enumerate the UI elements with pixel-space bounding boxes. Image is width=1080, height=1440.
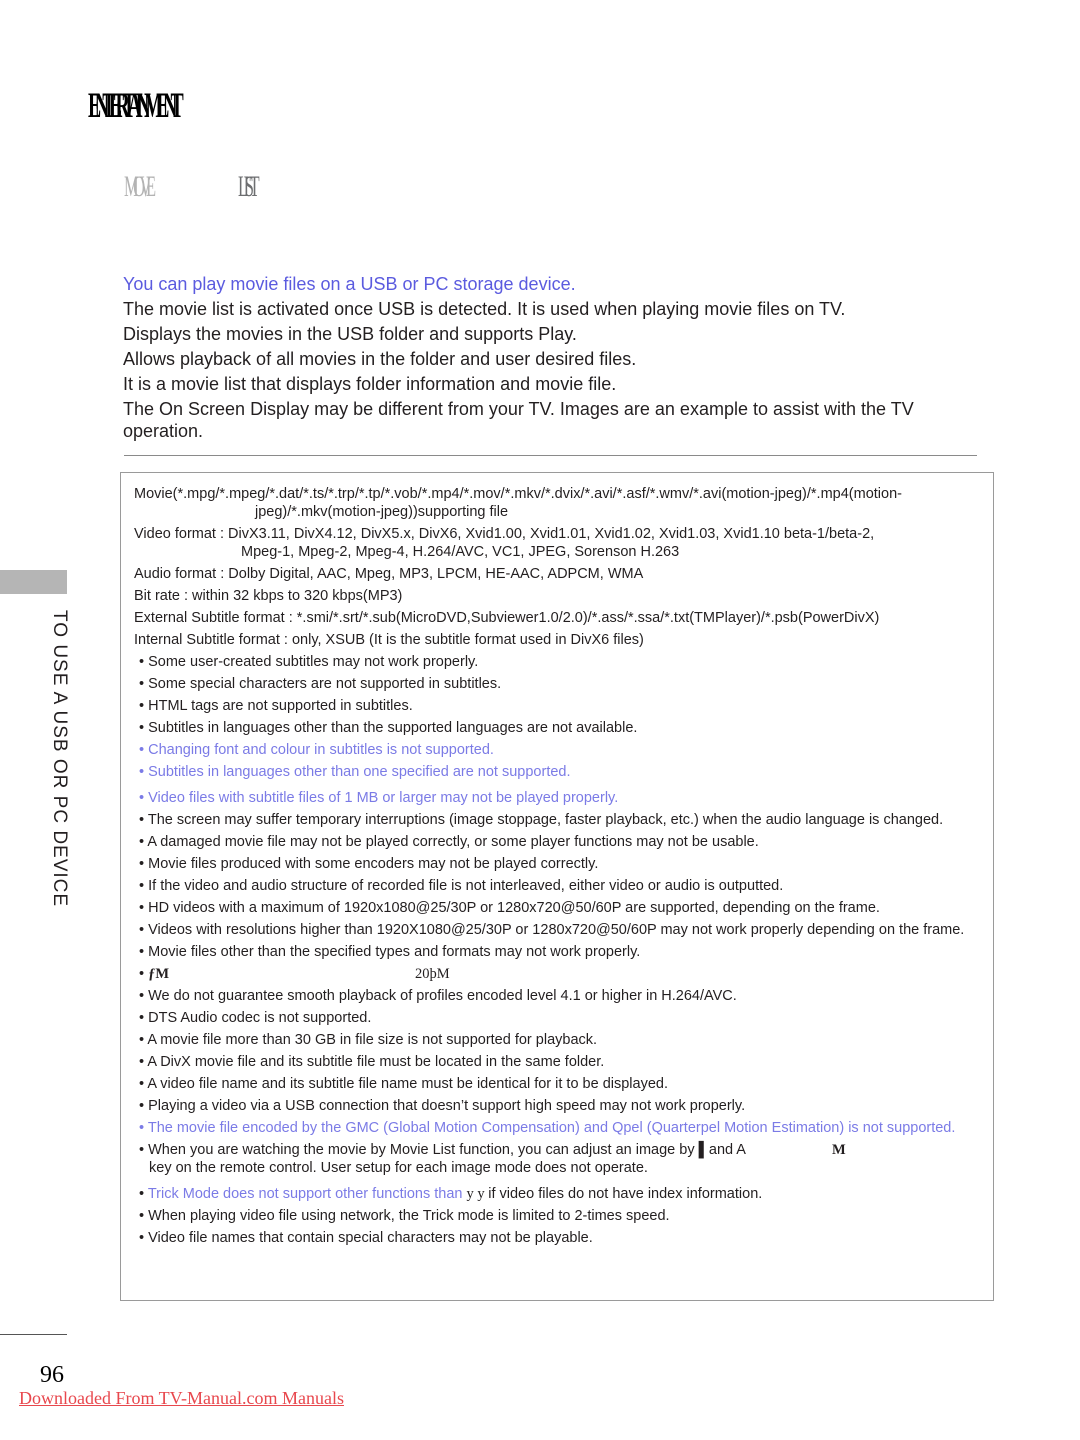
note-text: If the video and audio structure of reco…: [148, 878, 784, 894]
note-text: Video files with subtitle files of 1 MB …: [148, 790, 619, 806]
note-item: • The movie file encoded by the GMC (Glo…: [139, 1120, 956, 1136]
note-text: if video files do not have index informa…: [488, 1186, 763, 1202]
note-text: HD videos with a maximum of 1920x1080@25…: [148, 900, 880, 916]
note-item: • Changing font and colour in subtitles …: [139, 742, 494, 758]
note-text: A video file name and its subtitle file …: [147, 1076, 668, 1092]
note-item: • HTML tags are not supported in subtitl…: [139, 698, 413, 714]
spec-video-line1: Video format : DivX3.11, DivX4.12, DivX5…: [134, 526, 875, 542]
note-text: The movie file encoded by the GMC (Globa…: [147, 1120, 956, 1136]
note-text: Some user-created subtitles may not work…: [148, 654, 479, 670]
note-text: Subtitles in languages other than one sp…: [148, 764, 571, 780]
garbled-text: M: [831, 1142, 846, 1158]
note-text: Videos with resolutions higher than 1920…: [148, 922, 965, 938]
garbled-text: ƒM: [148, 966, 170, 982]
footer-divider: [0, 1334, 67, 1335]
note-item: • The screen may suffer temporary interr…: [139, 812, 944, 828]
note-text: Trick Mode does not support other functi…: [147, 1186, 467, 1202]
note-item: • Subtitles in languages other than one …: [139, 764, 571, 780]
note-item: • Movie files other than the specified t…: [139, 944, 641, 960]
spec-int-subtitle: Internal Subtitle format : only, XSUB (I…: [134, 632, 644, 648]
note-item: • Subtitles in languages other than the …: [139, 720, 638, 736]
note-text: key on the remote control. User setup fo…: [149, 1160, 648, 1176]
note-text: Movie files other than the specified typ…: [148, 944, 641, 960]
spec-audio: Audio format : Dolby Digital, AAC, Mpeg,…: [134, 566, 644, 582]
note-text: HTML tags are not supported in subtitles…: [148, 698, 413, 714]
spec-ext-subtitle: External Subtitle format : *.smi/*.srt/*…: [134, 610, 880, 626]
note-text: A DivX movie file and its subtitle file …: [147, 1054, 605, 1070]
note-text: Subtitles in languages other than the su…: [148, 720, 638, 736]
note-item: • If the video and audio structure of re…: [139, 878, 784, 894]
note-item: • Video files with subtitle files of 1 M…: [139, 790, 619, 806]
note-item: • HD videos with a maximum of 1920x1080@…: [139, 900, 880, 916]
spec-movie-line2: jpeg)/*.mkv(motion-jpeg))supporting file: [255, 504, 509, 520]
note-text: The screen may suffer temporary interrup…: [147, 812, 944, 828]
note-text: DTS Audio codec is not supported.: [148, 1010, 372, 1026]
note-text: Playing a video via a USB connection tha…: [148, 1098, 746, 1114]
note-text: and A: [708, 1142, 746, 1158]
section-divider: [124, 455, 977, 456]
note-item: • Trick Mode does not support other func…: [139, 1186, 763, 1202]
spec-video-line2: Mpeg-1, Mpeg-2, Mpeg-4, H.264/AVC, VC1, …: [241, 544, 680, 560]
chapter-tab: [0, 570, 67, 594]
intro-section: You can play movie files on a USB or PC …: [123, 272, 983, 442]
note-item: • Some user-created subtitles may not wo…: [139, 654, 479, 670]
note-item: • We do not guarantee smooth playback of…: [139, 988, 737, 1004]
section-title: ENTERTAINMENT: [88, 85, 184, 125]
garbled-text: y y: [466, 1186, 489, 1202]
note-item: • Playing a video via a USB connection t…: [139, 1098, 746, 1114]
note-item: • DTS Audio codec is not supported.: [139, 1010, 372, 1026]
spec-movie: Movie(*.mpg/*.mpeg/*.dat/*.ts/*.trp/*.tp…: [134, 485, 974, 521]
note-text: A damaged movie file may not be played c…: [147, 834, 759, 850]
note-item: • A damaged movie file may not be played…: [139, 834, 759, 850]
intro-line: Displays the movies in the USB folder an…: [123, 324, 577, 344]
page-subtitle-right: LIST: [238, 170, 260, 203]
intro-line: The movie list is activated once USB is …: [123, 299, 846, 319]
garbled-text: 20þM: [415, 966, 450, 982]
chapter-label: TO USE A USB OR PC DEVICE: [49, 610, 70, 908]
note-item: • When playing video file using network,…: [139, 1208, 670, 1224]
spec-movie-line1: Movie(*.mpg/*.mpeg/*.dat/*.ts/*.trp/*.tp…: [134, 486, 902, 502]
note-item: • Movie files produced with some encoder…: [139, 856, 599, 872]
note-item-garbled: • ƒM 20þM: [139, 966, 450, 982]
note-text: When playing video file using network, t…: [148, 1208, 670, 1224]
note-text: Movie files produced with some encoders …: [148, 856, 599, 872]
notes-content: Movie(*.mpg/*.mpeg/*.dat/*.ts/*.trp/*.tp…: [134, 485, 974, 1251]
intro-line: Allows playback of all movies in the fol…: [123, 349, 637, 369]
intro-line: It is a movie list that displays folder …: [123, 374, 617, 394]
note-text: A movie file more than 30 GB in file siz…: [147, 1032, 598, 1048]
intro-lead: You can play movie files on a USB or PC …: [123, 274, 576, 294]
note-item: • Some special characters are not suppor…: [139, 676, 502, 692]
spec-bitrate: Bit rate : within 32 kbps to 320 kbps(MP…: [134, 588, 403, 604]
intro-line: The On Screen Display may be different f…: [123, 399, 914, 441]
note-item: • Video file names that contain special …: [139, 1230, 593, 1246]
note-text: Some special characters are not supporte…: [148, 676, 502, 692]
note-text: When you are watching the movie by Movie…: [148, 1142, 699, 1158]
spec-video: Video format : DivX3.11, DivX4.12, DivX5…: [134, 525, 974, 561]
note-text: Changing font and colour in subtitles is…: [148, 742, 494, 758]
note-item: • A video file name and its subtitle fil…: [139, 1076, 668, 1092]
note-item: • When you are watching the movie by Mov…: [139, 1142, 846, 1176]
note-item: • A movie file more than 30 GB in file s…: [139, 1032, 598, 1048]
note-text: We do not guarantee smooth playback of p…: [148, 988, 737, 1004]
page-subtitle-left: MOVIE: [124, 170, 156, 203]
notes-box: Movie(*.mpg/*.mpeg/*.dat/*.ts/*.trp/*.tp…: [120, 472, 994, 1301]
download-source-link[interactable]: Downloaded From TV-Manual.com Manuals: [19, 1388, 344, 1409]
page-number: 96: [40, 1362, 64, 1388]
note-text: Video file names that contain special ch…: [148, 1230, 593, 1246]
note-item: • Videos with resolutions higher than 19…: [139, 922, 965, 938]
note-item: • A DivX movie file and its subtitle fil…: [139, 1054, 605, 1070]
